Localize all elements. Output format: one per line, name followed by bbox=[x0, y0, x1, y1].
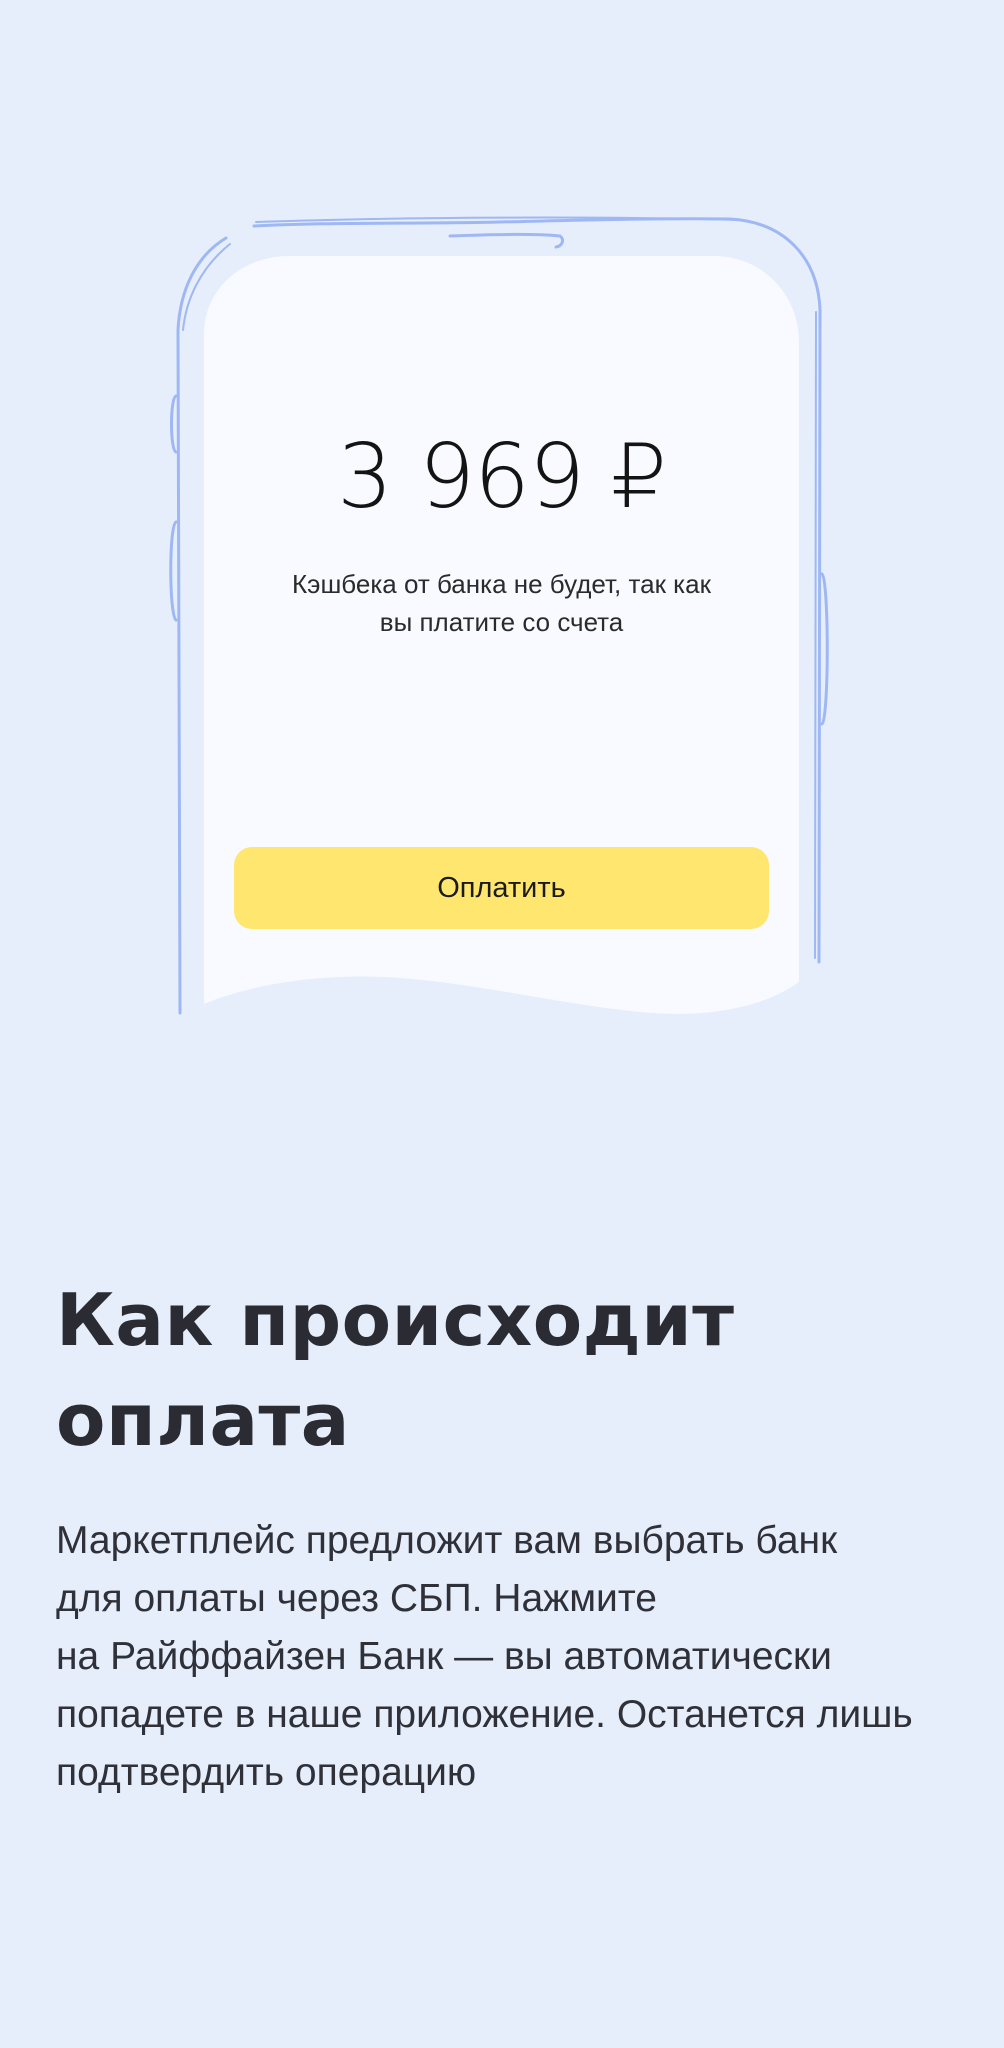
phone-screen: 3 969 ₽ Кэшбека от банка не будет, так к… bbox=[204, 255, 799, 975]
cashback-note: Кэшбека от банка не будет, так как вы пл… bbox=[244, 565, 759, 641]
description-line: попадете в наше приложение. Останется ли… bbox=[56, 1693, 913, 1736]
pay-button[interactable]: Оплатить bbox=[234, 847, 769, 929]
phone-illustration: 3 969 ₽ Кэшбека от банка не будет, так к… bbox=[0, 0, 1004, 1120]
description-line: на Райффайзен Банк — вы автоматически bbox=[56, 1635, 832, 1678]
cashback-note-line: Кэшбека от банка не будет, так как bbox=[292, 569, 711, 599]
description-line: для оплаты через СБП. Нажмите bbox=[56, 1577, 657, 1620]
description-line: Маркетплейс предложит вам выбрать банк bbox=[56, 1519, 838, 1562]
description-line: подтвердить операцию bbox=[56, 1751, 477, 1794]
section-description: Маркетплейс предложит вам выбрать банк д… bbox=[56, 1512, 956, 1802]
payment-amount: 3 969 ₽ bbox=[337, 425, 667, 528]
info-section: Как происходит оплата Маркетплейс предло… bbox=[56, 1270, 956, 1802]
section-title: Как происходит оплата bbox=[56, 1278, 735, 1462]
cashback-note-line: вы платите со счета bbox=[379, 607, 624, 637]
